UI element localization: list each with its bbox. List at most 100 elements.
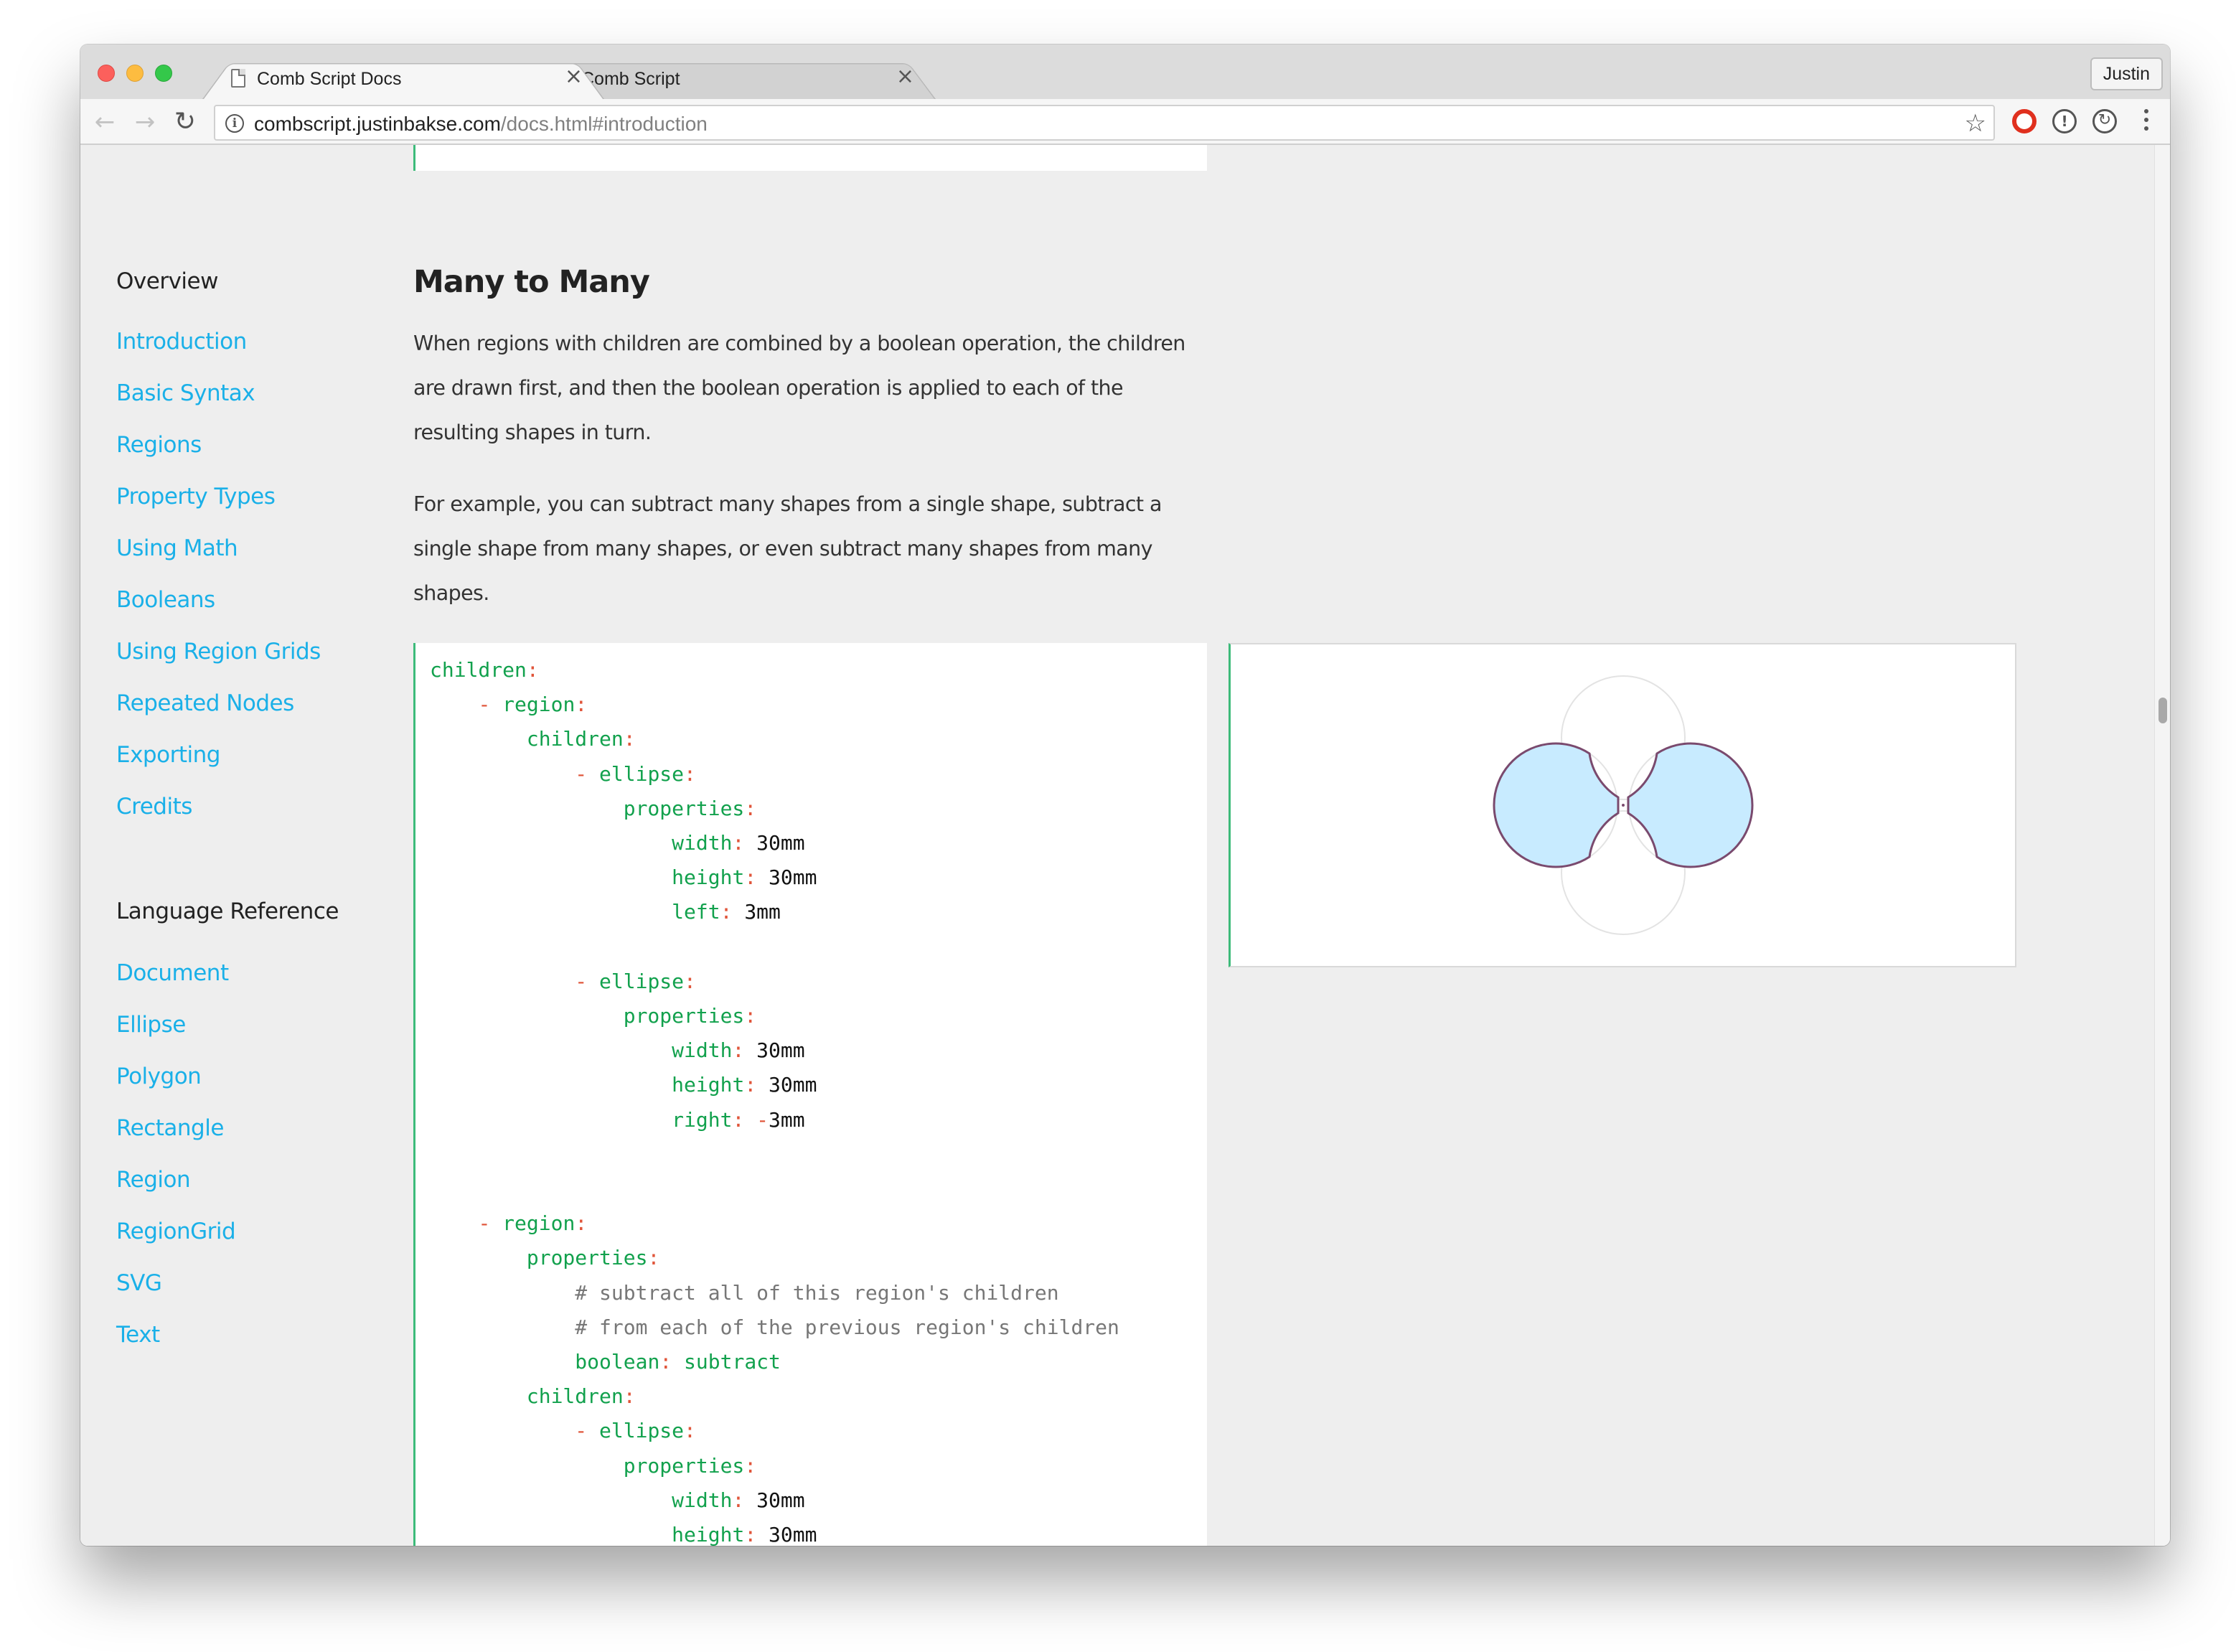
url-text[interactable]: combscript.justinbakse.com/docs.html#int… <box>254 113 708 136</box>
minimize-window-button[interactable] <box>126 65 144 82</box>
password-extension-icon[interactable] <box>2052 109 2077 133</box>
sidebar-heading-overview: Overview <box>116 268 218 294</box>
sidebar-link-using-region-grids[interactable]: Using Region Grids <box>116 639 321 665</box>
code-value: 30mm <box>769 1523 817 1546</box>
code-line: width: 30mm <box>430 1488 805 1512</box>
sidebar-link-property-types[interactable]: Property Types <box>116 484 276 510</box>
code-value: 30mm <box>756 831 805 855</box>
sidebar-link-svg[interactable]: SVG <box>116 1270 162 1296</box>
sidebar-heading-language-reference: Language Reference <box>116 898 339 924</box>
code-key: ellipse <box>599 1419 685 1443</box>
code-line: height: 30mm <box>430 865 817 889</box>
page-content: Overview Introduction Basic Syntax Regio… <box>80 145 2154 1546</box>
sidebar-link-introduction[interactable]: Introduction <box>116 329 247 355</box>
sidebar-link-credits[interactable]: Credits <box>116 794 192 820</box>
sidebar-link-exporting[interactable]: Exporting <box>116 742 220 768</box>
code-colon: : <box>623 1384 636 1409</box>
tab-strip: Comb Script Docs × Comb Script × Justin <box>80 44 2170 99</box>
reload-button[interactable]: ↻ <box>171 108 199 136</box>
code-colon: : <box>732 1488 745 1512</box>
tab-close-icon[interactable]: × <box>896 66 914 88</box>
code-colon: : <box>732 1038 745 1063</box>
sidebar-link-region[interactable]: Region <box>116 1167 191 1193</box>
sidebar-link-ellipse[interactable]: Ellipse <box>116 1012 186 1038</box>
code-value: subtract <box>684 1350 781 1374</box>
bookmark-star-icon[interactable]: ☆ <box>1965 109 1986 138</box>
code-value: 3mm <box>769 1107 805 1132</box>
code-key: height <box>672 1523 745 1546</box>
sidebar-link-document[interactable]: Document <box>116 960 229 986</box>
code-key: region <box>502 1211 576 1236</box>
code-key: properties <box>623 1453 745 1478</box>
sidebar-link-repeated-nodes[interactable]: Repeated Nodes <box>116 690 294 716</box>
kebab-menu-icon[interactable] <box>2144 109 2150 135</box>
code-line: height: 30mm <box>430 1073 817 1097</box>
sidebar-link-rectangle[interactable]: Rectangle <box>116 1115 224 1141</box>
code-value: 30mm <box>756 1488 805 1512</box>
code-comment: # from each of the previous region's chi… <box>575 1315 1119 1339</box>
tab-close-icon[interactable]: × <box>565 66 583 88</box>
scrollbar-thumb[interactable] <box>2159 698 2167 723</box>
back-button[interactable]: ← <box>90 108 119 136</box>
code-line: properties: <box>430 797 756 820</box>
code-colon: : <box>575 693 588 717</box>
code-value: 30mm <box>756 1038 805 1063</box>
code-listing: children: - region: children: - ellipse:… <box>430 653 1119 1546</box>
forward-button[interactable]: → <box>131 108 159 136</box>
tab-comb-script-docs[interactable]: Comb Script Docs × <box>202 57 604 99</box>
code-key: children <box>430 658 527 682</box>
sidebar-link-text[interactable]: Text <box>116 1322 160 1348</box>
code-colon: : <box>744 1073 757 1097</box>
vertical-scrollbar[interactable] <box>2154 145 2170 1546</box>
code-key: properties <box>526 1246 648 1270</box>
shape-preview <box>1229 643 2016 967</box>
code-key: boolean <box>575 1350 660 1374</box>
code-line: children: <box>430 1384 636 1408</box>
code-colon: : <box>744 1453 757 1478</box>
sidebar-link-booleans[interactable]: Booleans <box>116 587 215 613</box>
code-line: properties: <box>430 1246 659 1269</box>
paragraph: For example, you can subtract many shape… <box>413 492 1162 605</box>
zoom-window-button[interactable] <box>155 65 172 82</box>
code-key: width <box>672 1038 733 1063</box>
code-line: # from each of the previous region's chi… <box>430 1315 1119 1339</box>
sidebar-link-basic-syntax[interactable]: Basic Syntax <box>116 380 255 406</box>
code-list-dash: - <box>575 1419 600 1443</box>
code-comment: # subtract all of this region's children <box>575 1280 1059 1305</box>
sidebar-link-polygon[interactable]: Polygon <box>116 1064 202 1089</box>
url-path: /docs.html#introduction <box>500 113 708 135</box>
info-icon[interactable]: i <box>225 114 244 133</box>
code-line: - region: <box>430 693 587 716</box>
code-line: - ellipse: <box>430 762 696 786</box>
section-title: Many to Many <box>413 264 650 300</box>
code-key: ellipse <box>599 761 685 786</box>
browser-window: Comb Script Docs × Comb Script × Justin … <box>80 44 2170 1546</box>
code-block[interactable]: children: - region: children: - ellipse:… <box>413 643 1207 1546</box>
code-line: properties: <box>430 1004 756 1028</box>
previous-code-block <box>413 145 1207 171</box>
sidebar-link-using-math[interactable]: Using Math <box>116 535 238 561</box>
sync-extension-icon[interactable] <box>2092 109 2117 133</box>
preview-result-shapes <box>1493 742 1754 868</box>
profile-button[interactable]: Justin <box>2090 57 2163 90</box>
sidebar-link-regions[interactable]: Regions <box>116 432 202 458</box>
code-list-dash: - <box>478 693 503 717</box>
code-line: - region: <box>430 1211 587 1235</box>
code-key: height <box>672 1073 745 1097</box>
code-list-dash: - <box>478 1211 503 1236</box>
code-key: ellipse <box>599 969 685 993</box>
code-colon: : <box>623 727 636 751</box>
code-key: children <box>526 1384 624 1409</box>
address-bar[interactable]: i combscript.justinbakse.com/docs.html#i… <box>214 105 1995 141</box>
opera-extension-icon[interactable] <box>2012 109 2037 133</box>
close-window-button[interactable] <box>98 65 115 82</box>
code-line: height: 30mm <box>430 1523 817 1546</box>
code-line: width: 30mm <box>430 831 805 855</box>
code-colon: : <box>684 1419 696 1443</box>
sidebar-link-regiongrid[interactable]: RegionGrid <box>116 1219 236 1244</box>
code-value: 3mm <box>744 900 781 924</box>
browser-toolbar: ← → ↻ i combscript.justinbakse.com/docs.… <box>80 99 2170 145</box>
code-value: 30mm <box>769 1073 817 1097</box>
code-colon: : <box>684 969 696 993</box>
code-colon: : <box>744 1004 757 1028</box>
